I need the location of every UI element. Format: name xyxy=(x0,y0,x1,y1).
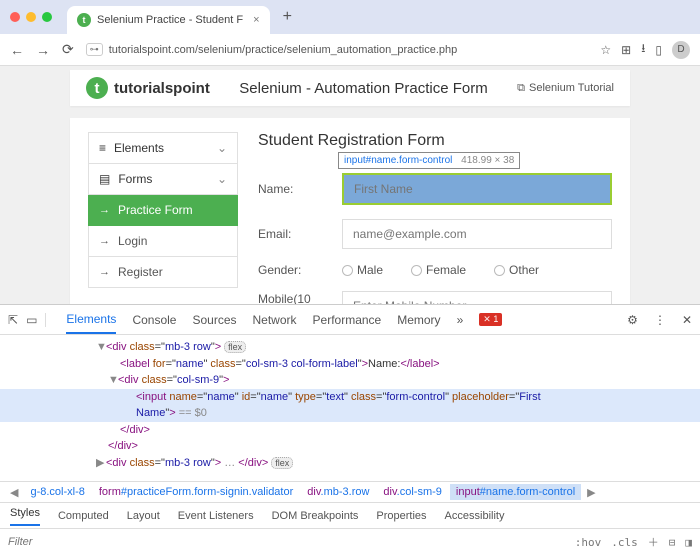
cls-toggle[interactable]: .cls xyxy=(611,536,638,549)
breadcrumb-item-active[interactable]: input#name.form-control xyxy=(450,484,581,500)
arrow-right-icon: → xyxy=(99,266,110,278)
styles-tabs: Styles Computed Layout Event Listeners D… xyxy=(0,503,700,529)
panel-layout-icon[interactable]: ◨ xyxy=(685,536,692,549)
email-label: Email: xyxy=(258,227,342,241)
gender-other-radio[interactable]: Other xyxy=(494,263,539,277)
reader-icon[interactable]: ▯ xyxy=(655,43,662,57)
tab-layout[interactable]: Layout xyxy=(127,510,160,522)
inspect-element-icon[interactable]: ⇱ xyxy=(8,313,18,327)
window-controls xyxy=(10,12,52,22)
tab-network[interactable]: Network xyxy=(253,307,297,333)
sidebar-item-register[interactable]: → Register xyxy=(88,257,238,288)
new-style-button[interactable]: ＋ xyxy=(648,534,659,550)
sidebar-item-login[interactable]: → Login xyxy=(88,226,238,257)
email-input[interactable] xyxy=(342,219,612,249)
brand-logo: t xyxy=(86,77,108,99)
sidebar-item-practice-form[interactable]: → Practice Form xyxy=(88,195,238,226)
close-window-button[interactable] xyxy=(10,12,20,22)
gender-female-radio[interactable]: Female xyxy=(411,263,466,277)
tab-elements[interactable]: Elements xyxy=(66,306,116,334)
mobile-label: Mobile(10 Digits): xyxy=(258,292,342,304)
tab-dom-breakpoints[interactable]: DOM Breakpoints xyxy=(272,510,359,522)
tab-computed[interactable]: Computed xyxy=(58,510,109,522)
name-label: Name: xyxy=(258,182,342,196)
gender-male-radio[interactable]: Male xyxy=(342,263,383,277)
extensions-icon[interactable]: ⊞ xyxy=(621,43,631,57)
sidebar-item-forms[interactable]: ▤Forms ⌄ xyxy=(88,164,238,195)
address-bar[interactable]: ⊶ tutorialspoint.com/selenium/practice/s… xyxy=(86,43,589,56)
tab-performance[interactable]: Performance xyxy=(313,307,382,333)
tab-console[interactable]: Console xyxy=(132,307,176,333)
download-icon[interactable]: ⭳ xyxy=(641,39,645,60)
chevron-down-icon: ⌄ xyxy=(217,141,227,155)
name-input[interactable] xyxy=(342,173,612,205)
dom-tree[interactable]: ▼<div class="mb-3 row">flex <label for="… xyxy=(0,335,700,481)
breadcrumb-item[interactable]: g-8.col-xl-8 xyxy=(24,484,90,500)
sidebar: ≡Elements ⌄ ▤Forms ⌄ → Practice Form → L… xyxy=(88,132,238,304)
url-text: tutorialspoint.com/selenium/practice/sel… xyxy=(109,44,458,56)
arrow-right-icon: → xyxy=(99,235,110,247)
form-icon: ▤ xyxy=(99,172,110,186)
gender-label: Gender: xyxy=(258,263,342,277)
error-badge[interactable]: ✕ 1 xyxy=(479,313,502,326)
page-viewport: t tutorialspoint Selenium - Automation P… xyxy=(0,66,700,304)
tutorial-link[interactable]: ⧉ Selenium Tutorial xyxy=(517,82,614,95)
arrow-right-icon: → xyxy=(99,204,110,216)
tab-properties[interactable]: Properties xyxy=(376,510,426,522)
bookmark-icon[interactable]: ☆ xyxy=(600,43,611,57)
brand-name: tutorialspoint xyxy=(114,80,210,97)
breadcrumb-item[interactable]: div.mb-3.row xyxy=(301,484,375,500)
tab-event-listeners[interactable]: Event Listeners xyxy=(178,510,254,522)
styles-filter-input[interactable] xyxy=(8,536,565,548)
new-tab-button[interactable]: + xyxy=(283,8,292,26)
styles-filter-bar: :hov .cls ＋ ⊟ ◨ xyxy=(0,529,700,555)
dom-breadcrumbs: ◀ g-8.col-xl-8 form#practiceForm.form-si… xyxy=(0,481,700,503)
forward-button[interactable]: → xyxy=(36,42,50,58)
sidebar-item-elements[interactable]: ≡Elements ⌄ xyxy=(88,132,238,164)
settings-icon[interactable]: ⚙ xyxy=(627,313,638,327)
devtools-tabs: ⇱ ▭ Elements Console Sources Network Per… xyxy=(0,305,700,335)
brand[interactable]: t tutorialspoint xyxy=(86,77,210,99)
chevron-down-icon: ⌄ xyxy=(217,172,227,186)
reload-button[interactable]: ⟳ xyxy=(62,41,74,58)
tab-sources[interactable]: Sources xyxy=(192,307,236,333)
browser-toolbar: ← → ⟳ ⊶ tutorialspoint.com/selenium/prac… xyxy=(0,34,700,66)
computed-sidebar-icon[interactable]: ⊟ xyxy=(669,536,676,549)
breadcrumb-item[interactable]: form#practiceForm.form-signin.validator xyxy=(93,484,299,500)
minimize-window-button[interactable] xyxy=(26,12,36,22)
kebab-menu-icon[interactable]: ⋮ xyxy=(654,313,666,327)
hov-toggle[interactable]: :hov xyxy=(575,536,602,549)
more-tabs-icon[interactable]: » xyxy=(457,313,464,327)
tab-accessibility[interactable]: Accessibility xyxy=(445,510,505,522)
devtools: ⇱ ▭ Elements Console Sources Network Per… xyxy=(0,304,700,555)
breadcrumb-item[interactable]: div.col-sm-9 xyxy=(377,484,447,500)
device-toggle-icon[interactable]: ▭ xyxy=(26,313,37,327)
maximize-window-button[interactable] xyxy=(42,12,52,22)
favicon: t xyxy=(77,13,91,27)
back-button[interactable]: ← xyxy=(10,42,24,58)
content-card: ≡Elements ⌄ ▤Forms ⌄ → Practice Form → L… xyxy=(70,118,630,304)
close-devtools-icon[interactable]: ✕ xyxy=(682,313,692,327)
external-link-icon: ⧉ xyxy=(517,82,525,95)
site-info-icon[interactable]: ⊶ xyxy=(86,43,103,56)
close-tab-icon[interactable]: × xyxy=(253,14,259,26)
tab-title: Selenium Practice - Student F xyxy=(97,14,243,26)
browser-titlebar: t Selenium Practice - Student F × + xyxy=(0,0,700,34)
profile-avatar[interactable]: D xyxy=(672,41,690,59)
form-area: Student Registration Form input#name.for… xyxy=(258,132,612,304)
breadcrumb-scroll-right[interactable]: ▶ xyxy=(583,486,599,499)
inspector-tooltip: input#name.form-control 418.99 × 38 xyxy=(338,152,520,169)
form-heading: Student Registration Form xyxy=(258,132,612,150)
mobile-input[interactable] xyxy=(342,291,612,304)
list-icon: ≡ xyxy=(99,141,106,155)
tab-memory[interactable]: Memory xyxy=(397,307,440,333)
page-header: t tutorialspoint Selenium - Automation P… xyxy=(70,70,630,106)
browser-tab[interactable]: t Selenium Practice - Student F × xyxy=(67,6,270,34)
breadcrumb-scroll-left[interactable]: ◀ xyxy=(6,486,22,499)
tab-styles[interactable]: Styles xyxy=(10,507,40,526)
page-title: Selenium - Automation Practice Form xyxy=(239,80,487,97)
